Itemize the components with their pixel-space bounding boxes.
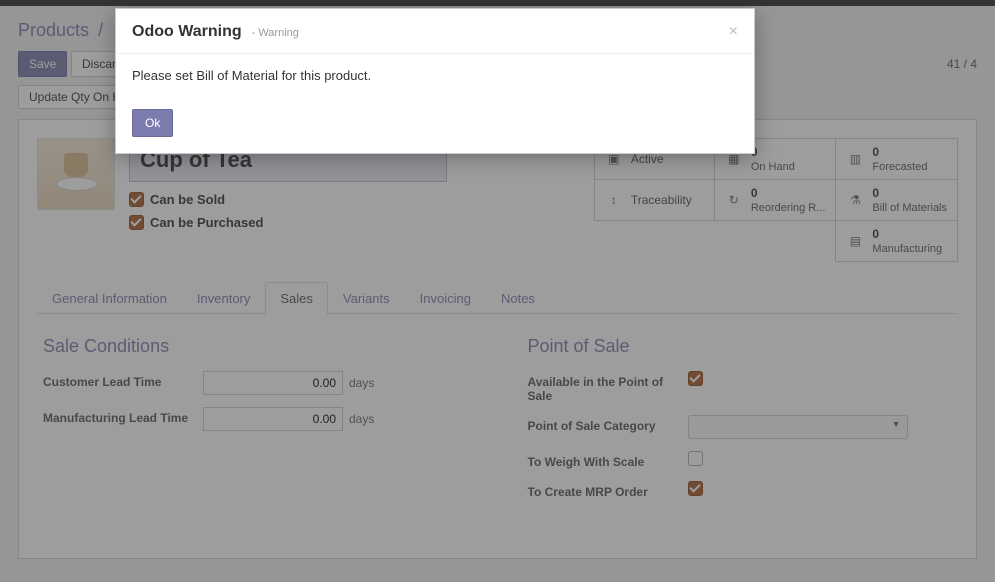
ok-button[interactable]: Ok [132, 109, 173, 137]
warning-modal: Odoo Warning - Warning × Please set Bill… [115, 8, 755, 154]
close-icon[interactable]: × [729, 23, 738, 41]
modal-subtitle: - Warning [252, 27, 299, 39]
modal-message: Please set Bill of Material for this pro… [116, 58, 754, 101]
modal-title: Odoo Warning [132, 23, 242, 41]
